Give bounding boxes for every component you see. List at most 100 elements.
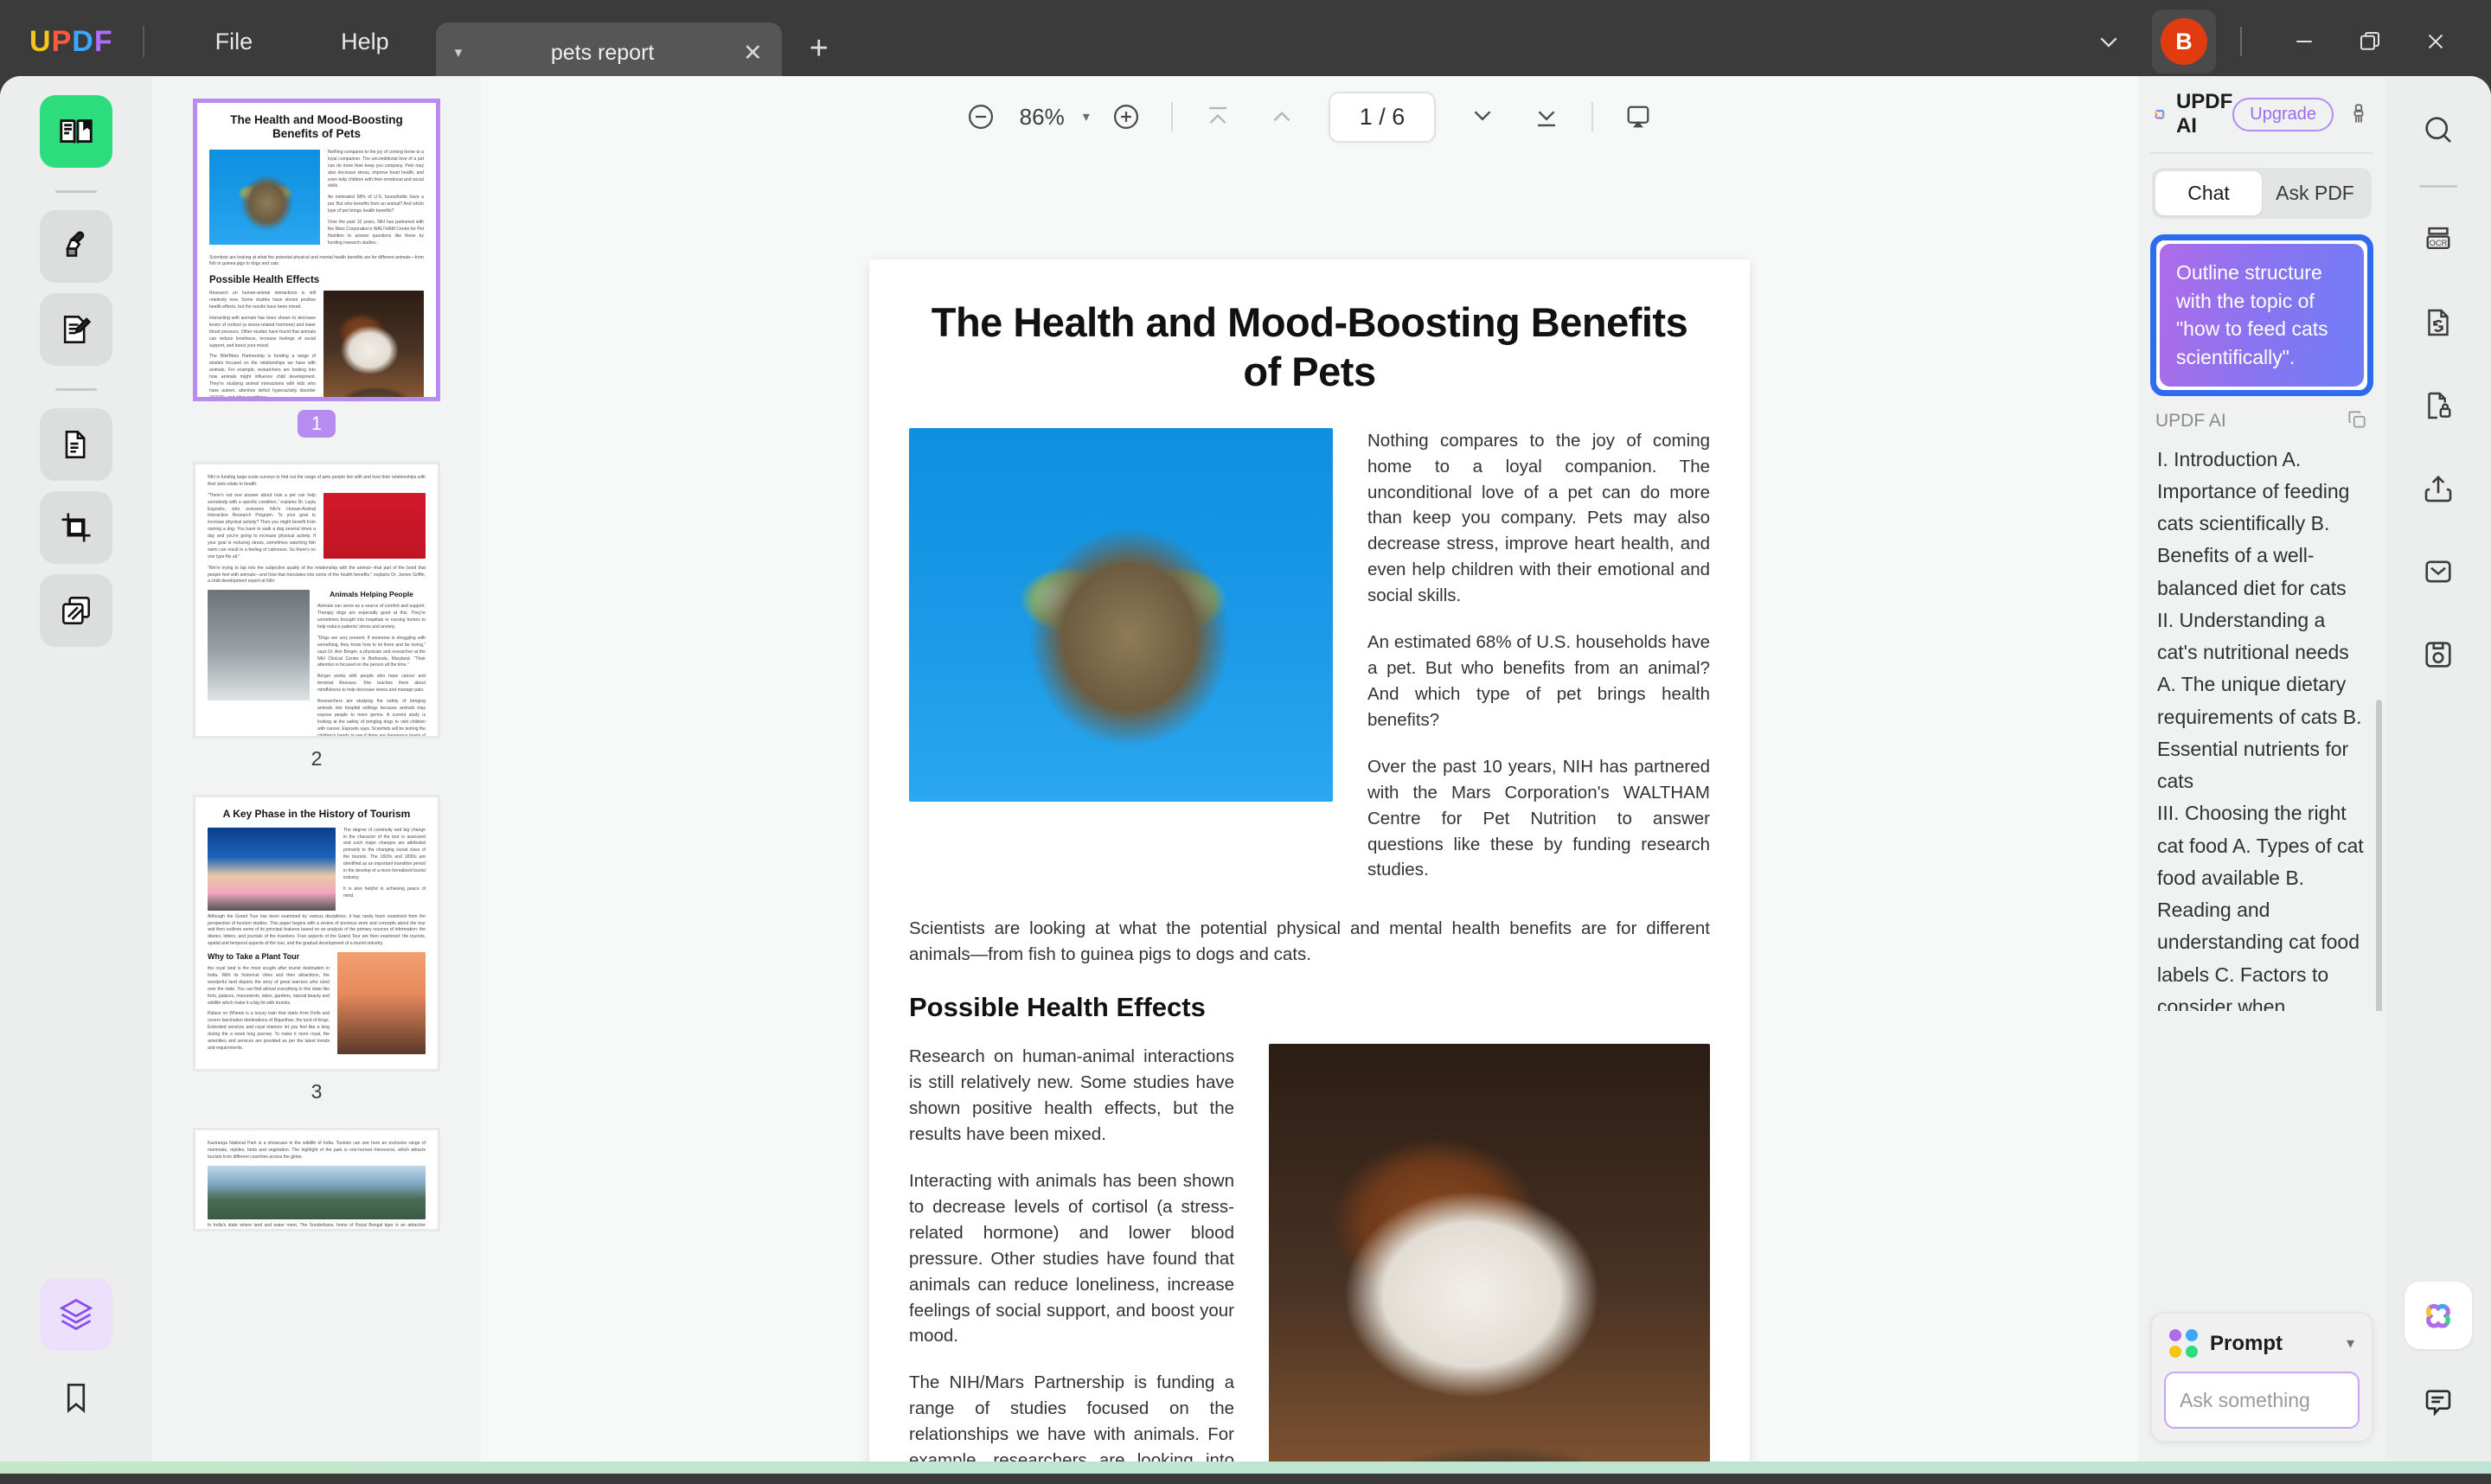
thumb2-p6: Berger works with people who have cancer… bbox=[317, 674, 426, 694]
thumbnail-page-3[interactable]: A Key Phase in the History of Tourism Th… bbox=[193, 795, 440, 1071]
ocr-icon[interactable]: OCR bbox=[2404, 205, 2473, 274]
new-tab-button[interactable]: + bbox=[810, 30, 829, 67]
thumb2-p7: Researchers are studying the safety of b… bbox=[317, 699, 426, 739]
document-tab[interactable]: ▾ pets report ✕ bbox=[435, 22, 782, 83]
upgrade-button[interactable]: Upgrade bbox=[2232, 97, 2334, 131]
chevron-down-icon[interactable]: ▾ bbox=[455, 44, 463, 61]
page-indicator[interactable]: 1 / 6 bbox=[1328, 91, 1437, 143]
updf-ai-icon bbox=[2155, 109, 2165, 119]
rail-divider bbox=[55, 190, 97, 193]
ai-answer-scrollbar[interactable] bbox=[2376, 699, 2382, 1011]
zoom-level: 86% bbox=[1019, 103, 1065, 130]
thumbnail-number-2: 2 bbox=[311, 747, 323, 770]
thumbnail-page-4[interactable]: Kaziranga National Park is a showcase in… bbox=[193, 1128, 440, 1231]
chevron-down-icon[interactable]: ▾ bbox=[2347, 1334, 2354, 1353]
copy-icon[interactable] bbox=[2346, 408, 2368, 435]
thumb3-p5: Palace on Wheels is a luxury train that … bbox=[208, 1011, 330, 1051]
thumbnail-page-2[interactable]: NIH is funding large-scale surveys to fi… bbox=[193, 462, 440, 739]
thumb3-heading: Why to Take a Plant Tour bbox=[208, 952, 300, 962]
thumbnail-number-3: 3 bbox=[311, 1080, 323, 1103]
close-button[interactable] bbox=[2403, 16, 2469, 67]
right-tool-rail: OCR bbox=[2385, 76, 2491, 1474]
chevron-down-icon[interactable] bbox=[2084, 17, 2133, 66]
thumb2-p2: "There's not one answer about how a pet … bbox=[208, 492, 316, 560]
layers-icon[interactable] bbox=[40, 1278, 112, 1351]
minimize-button[interactable] bbox=[2271, 16, 2337, 67]
menu-help[interactable]: Help bbox=[318, 22, 412, 62]
thumb3-p1: The degree of continuity and big change … bbox=[343, 827, 426, 880]
prompt-label: Prompt bbox=[2210, 1331, 2283, 1355]
thumbnail-item[interactable]: A Key Phase in the History of Tourism Th… bbox=[152, 795, 481, 1123]
next-page-icon[interactable] bbox=[1458, 93, 1507, 141]
clear-chat-icon[interactable] bbox=[2346, 101, 2372, 127]
updf-ai-icon[interactable] bbox=[2405, 1282, 2472, 1349]
page-scroll-area[interactable]: The Health and Mood-Boosting Benefits of… bbox=[481, 157, 2138, 1474]
thumbnail-item[interactable]: Kaziranga National Park is a showcase in… bbox=[152, 1128, 481, 1231]
right-rail-bottom bbox=[2404, 1282, 2473, 1474]
thumb1-s3: The NIH/Mars Partnership is funding a ra… bbox=[209, 354, 316, 400]
thumb1-cat-image bbox=[209, 149, 320, 245]
chevron-down-icon[interactable]: ▾ bbox=[1083, 108, 1090, 125]
comment-icon[interactable] bbox=[2404, 1368, 2473, 1437]
prompt-header[interactable]: Prompt ▾ bbox=[2164, 1326, 2360, 1372]
search-icon[interactable] bbox=[2404, 95, 2473, 164]
zoom-out-button[interactable] bbox=[957, 93, 1005, 141]
edit-pdf-icon[interactable] bbox=[40, 293, 112, 366]
ask-input-box[interactable] bbox=[2164, 1372, 2461, 1429]
account-button[interactable]: B bbox=[2152, 10, 2216, 74]
avatar: B bbox=[2161, 18, 2207, 65]
thumb3-p3: Although the Grand Tour has been examine… bbox=[208, 913, 426, 947]
thumbnail-page-1[interactable]: The Health and Mood-Boosting Benefits of… bbox=[193, 99, 440, 401]
thumb3-havana-image bbox=[208, 827, 336, 911]
view-mode-icon[interactable] bbox=[1614, 93, 1662, 141]
share-icon[interactable] bbox=[2404, 454, 2473, 523]
bookmark-icon[interactable] bbox=[40, 1361, 112, 1434]
thumb4-p1: Kaziranga National Park is a showcase in… bbox=[208, 1141, 426, 1160]
tab-chat[interactable]: Chat bbox=[2155, 171, 2262, 215]
crop-icon[interactable] bbox=[40, 491, 112, 564]
lead-paragraph: Scientists are looking at what the poten… bbox=[909, 918, 1710, 965]
ai-header-divider bbox=[2150, 152, 2373, 154]
close-icon[interactable]: ✕ bbox=[743, 40, 763, 67]
thumb3-p2: It is also helpful in achieving peace of… bbox=[343, 886, 426, 899]
page-organize-icon[interactable] bbox=[40, 408, 112, 481]
tab-strip: ▾ pets report ✕ + bbox=[435, 0, 829, 83]
highlighter-icon[interactable] bbox=[40, 210, 112, 283]
thumb4-p2: In India's state where land and water me… bbox=[208, 1222, 426, 1228]
thumb1-dog-image bbox=[323, 291, 424, 397]
thumb4-lake-image bbox=[208, 1165, 426, 1219]
thumb1-lead: Scientists are looking at what the poten… bbox=[209, 254, 424, 267]
thumb1-s2: Interacting with animals has been shown … bbox=[209, 315, 316, 349]
right-rail-divider bbox=[2419, 185, 2457, 188]
ai-panel: UPDF AI Upgrade Chat Ask PDF Outline str… bbox=[2138, 76, 2461, 1474]
thumb2-p5: "Dogs are very present. If someone is st… bbox=[317, 635, 426, 668]
batch-pages-icon[interactable] bbox=[40, 574, 112, 647]
email-icon[interactable] bbox=[2404, 537, 2473, 606]
thumb1-heading: Possible Health Effects bbox=[209, 275, 320, 286]
thumb2-cat-image bbox=[208, 590, 310, 701]
tab-ask-pdf[interactable]: Ask PDF bbox=[2262, 171, 2368, 215]
thumbnail-panel[interactable]: The Health and Mood-Boosting Benefits of… bbox=[152, 76, 481, 1474]
zoom-in-button[interactable] bbox=[1102, 93, 1150, 141]
first-page-icon[interactable] bbox=[1194, 93, 1242, 141]
section-paragraph-2: Interacting with animals has been shown … bbox=[909, 1170, 1234, 1346]
menu-file[interactable]: File bbox=[193, 22, 276, 62]
thumb1-p3: Over the past 10 years, NIH has partnere… bbox=[328, 219, 424, 246]
prev-page-icon[interactable] bbox=[1258, 93, 1306, 141]
document-tab-label: pets report bbox=[550, 40, 655, 65]
intro-paragraph-3: Over the past 10 years, NIH has partnere… bbox=[1367, 756, 1710, 880]
save-icon[interactable] bbox=[2404, 620, 2473, 689]
intro-paragraph-1: Nothing compares to the joy of coming ho… bbox=[1367, 430, 1710, 606]
convert-pdf-icon[interactable] bbox=[2404, 288, 2473, 357]
user-message-highlight: Outline structure with the topic of "how… bbox=[2150, 234, 2373, 396]
ai-tab-bar: Chat Ask PDF bbox=[2152, 168, 2372, 219]
last-page-icon[interactable] bbox=[1522, 93, 1571, 141]
ai-answer-header: UPDF AI bbox=[2138, 396, 2385, 440]
thumbnail-item[interactable]: NIH is funding large-scale surveys to fi… bbox=[152, 462, 481, 790]
reader-icon[interactable] bbox=[40, 95, 112, 168]
maximize-button[interactable] bbox=[2337, 16, 2403, 67]
bottom-accent-strip bbox=[0, 1462, 2491, 1474]
protect-icon[interactable] bbox=[2404, 371, 2473, 440]
thumb1-title: The Health and Mood-Boosting Benefits of… bbox=[230, 113, 403, 141]
thumbnail-item[interactable]: The Health and Mood-Boosting Benefits of… bbox=[152, 99, 481, 457]
